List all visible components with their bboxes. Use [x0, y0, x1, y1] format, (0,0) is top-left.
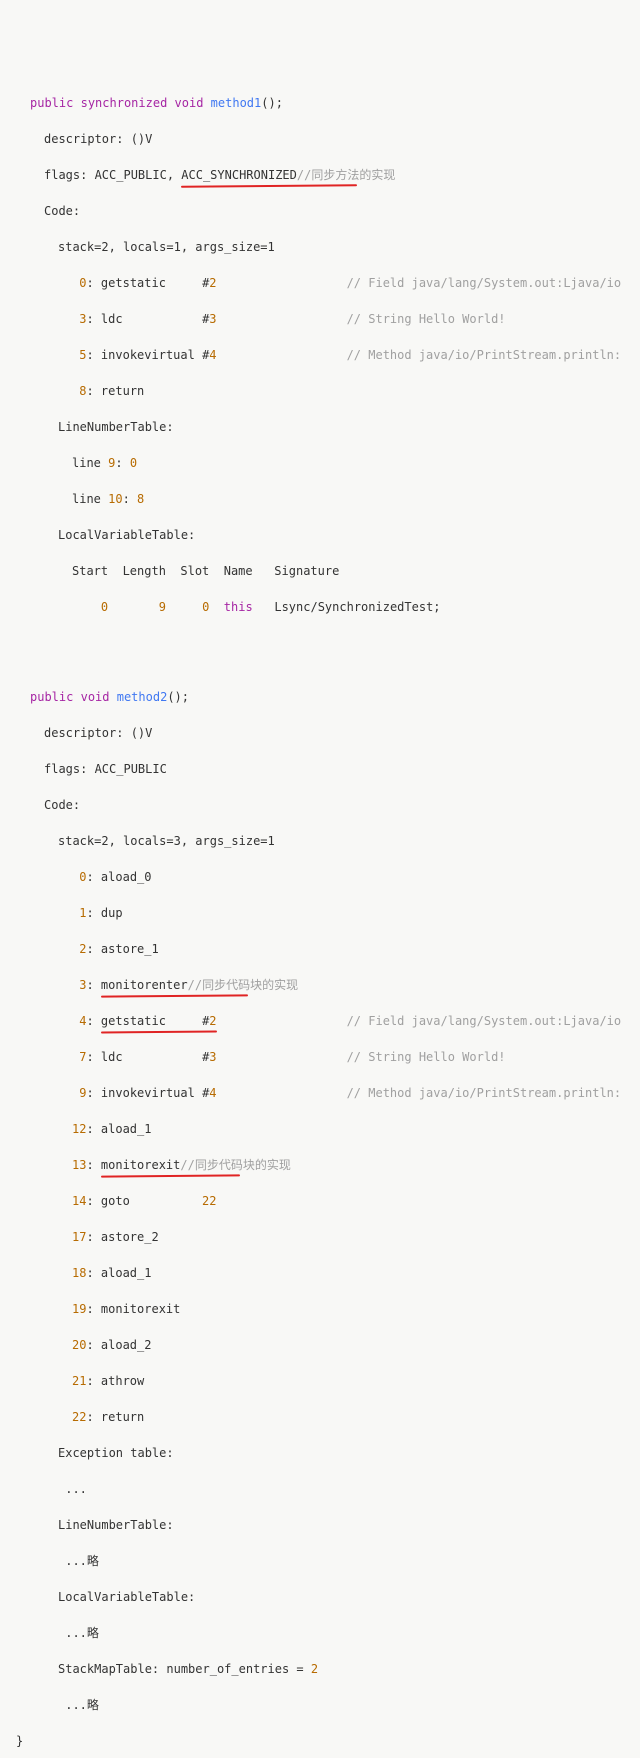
ellipsis: ...略 — [12, 1552, 640, 1570]
method1-localvartable: LocalVariableTable: — [12, 526, 640, 544]
flag-synchronized: ACC_SYNCHRONIZED — [181, 166, 297, 184]
bytecode-line: 13: monitorexit//同步代码块的实现 — [12, 1156, 640, 1174]
bytecode-line: 5: invokevirtual #4 // Method java/io/Pr… — [12, 346, 640, 364]
bytecode-line: 19: monitorexit — [12, 1300, 640, 1318]
bytecode-line: 4: getstatic #2 // Field java/lang/Syste… — [12, 1012, 640, 1030]
bytecode-line: 1: dup — [12, 904, 640, 922]
bytecode-line: 3: ldc #3 // String Hello World! — [12, 310, 640, 328]
bytecode-line: 8: return — [12, 382, 640, 400]
stackmaptable: StackMapTable: number_of_entries = 2 — [12, 1660, 640, 1678]
bytecode-line: 18: aload_1 — [12, 1264, 640, 1282]
method1-signature: public synchronized void method1(); — [12, 94, 640, 112]
method2-flags: flags: ACC_PUBLIC — [12, 760, 640, 778]
ellipsis: ...略 — [12, 1624, 640, 1642]
monitorexit: monitorexit — [101, 1156, 180, 1174]
bytecode-line: 0: aload_0 — [12, 868, 640, 886]
bytecode-line: 9: invokevirtual #4 // Method java/io/Pr… — [12, 1084, 640, 1102]
lnt-row: line 9: 0 — [12, 454, 640, 472]
ellipsis: ...略 — [12, 1696, 640, 1714]
lvt-row: 0 9 0 this Lsync/SynchronizedTest; — [12, 598, 640, 616]
bytecode-line: 0: getstatic #2 // Field java/lang/Syste… — [12, 274, 640, 292]
ellipsis: ... — [12, 1480, 640, 1498]
method1-flags: flags: ACC_PUBLIC, ACC_SYNCHRONIZED//同步方… — [12, 166, 640, 184]
method1-descriptor: descriptor: ()V — [12, 130, 640, 148]
bytecode-line: 22: return — [12, 1408, 640, 1426]
method2-linenumbertable: LineNumberTable: — [12, 1516, 640, 1534]
method2-signature: public void method2(); — [12, 688, 640, 706]
closing-brace: } — [12, 1732, 640, 1750]
method1-stack: stack=2, locals=1, args_size=1 — [12, 238, 640, 256]
bytecode-line: 3: monitorenter//同步代码块的实现 — [12, 976, 640, 994]
monitorenter: monitorenter — [101, 976, 188, 994]
bytecode-line: 12: aload_1 — [12, 1120, 640, 1138]
bytecode-line: 7: ldc #3 // String Hello World! — [12, 1048, 640, 1066]
method2-stack: stack=2, locals=3, args_size=1 — [12, 832, 640, 850]
exception-table: Exception table: — [12, 1444, 640, 1462]
bytecode-line: 2: astore_1 — [12, 940, 640, 958]
method2-code-header: Code: — [12, 796, 640, 814]
bytecode-line: 21: athrow — [12, 1372, 640, 1390]
bytecode-line: 20: aload_2 — [12, 1336, 640, 1354]
method1-code-header: Code: — [12, 202, 640, 220]
method1-linenumbertable: LineNumberTable: — [12, 418, 640, 436]
method2-descriptor: descriptor: ()V — [12, 724, 640, 742]
bytecode-line: 14: goto 22 — [12, 1192, 640, 1210]
lvt-header: Start Length Slot Name Signature — [12, 562, 640, 580]
getstatic-underline: getstatic #2 — [101, 1012, 217, 1030]
bytecode-line: 17: astore_2 — [12, 1228, 640, 1246]
lnt-row: line 10: 8 — [12, 490, 640, 508]
method2-localvartable: LocalVariableTable: — [12, 1588, 640, 1606]
